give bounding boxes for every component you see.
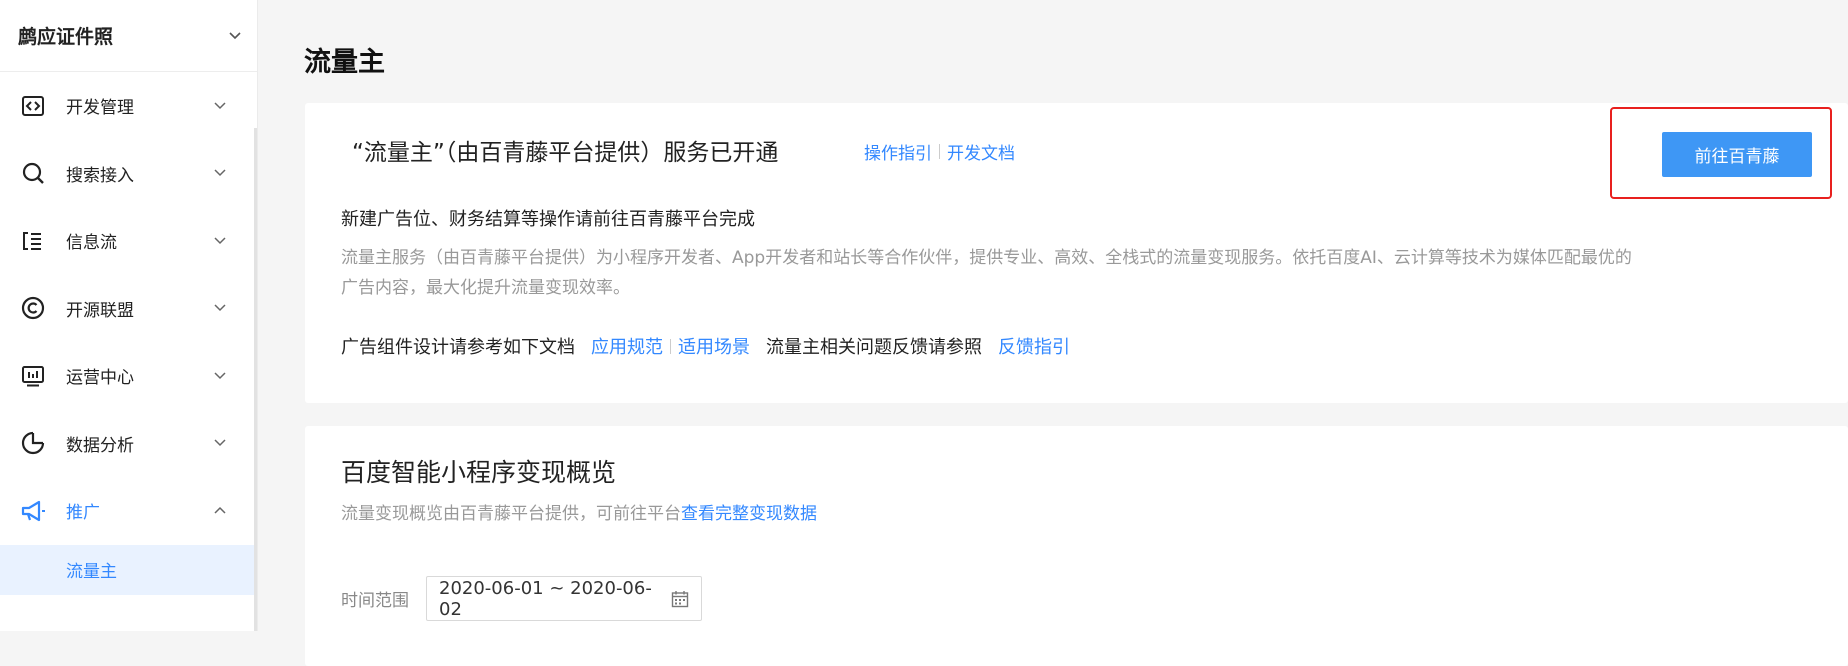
operation-guide-link[interactable]: 操作指引 (864, 139, 932, 164)
pie-chart-icon (20, 430, 46, 456)
feedback-prefix: 流量主相关问题反馈请参照 (766, 337, 982, 358)
chevron-down-icon (229, 31, 241, 41)
chevron-down-icon (214, 101, 226, 111)
chevron-down-icon (214, 371, 226, 381)
monitor-chart-icon (20, 363, 46, 389)
copyright-icon (20, 295, 46, 321)
sidebar-menu: 开发管理 搜索接入 信息流 开源联盟 运营中心 数据分析 推广 (0, 72, 257, 545)
overview-description: 流量变现概览由百青藤平台提供，可前往平台查看完整变现数据 (341, 499, 817, 524)
feedback-guide-link[interactable]: 反馈指引 (998, 333, 1070, 359)
sidebar-item-promotion[interactable]: 推广 (0, 477, 257, 545)
chevron-up-icon (214, 506, 226, 516)
chevron-down-icon (214, 303, 226, 313)
go-to-baiqingteng-button[interactable]: 前往百青藤 (1662, 132, 1812, 177)
scene-link[interactable]: 适用场景 (678, 333, 750, 359)
sidebar-item-label: 运营中心 (66, 368, 134, 389)
sidebar-item-open-alliance[interactable]: 开源联盟 (0, 275, 257, 343)
overview-desc-text: 流量变现概览由百青藤平台提供，可前往平台 (341, 504, 681, 524)
sidebar-item-search-access[interactable]: 搜索接入 (0, 140, 257, 208)
docs-row: 广告组件设计请参考如下文档 应用规范 适用场景 流量主相关问题反馈请参照 反馈指… (341, 333, 1070, 359)
sidebar-item-label: 开发管理 (66, 98, 134, 119)
sidebar-item-label: 信息流 (66, 233, 117, 254)
sidebar: 鹧应证件照 开发管理 搜索接入 信息流 开源联盟 运营中心 数据分析 推广 流量… (0, 0, 258, 631)
title-links: 操作指引 开发文档 (864, 139, 1015, 164)
app-name: 鹧应证件照 (18, 26, 114, 48)
divider (939, 144, 940, 159)
sidebar-item-label: 推广 (66, 503, 100, 524)
divider (670, 338, 671, 354)
overview-card: 百度智能小程序变现概览 流量变现概览由百青藤平台提供，可前往平台查看完整变现数据… (305, 426, 1848, 666)
service-subheading: 新建广告位、财务结算等操作请前往百青藤平台完成 (341, 209, 755, 230)
view-full-data-link[interactable]: 查看完整变现数据 (681, 504, 817, 524)
dev-docs-link[interactable]: 开发文档 (947, 139, 1015, 164)
time-range-label: 时间范围 (341, 591, 409, 611)
service-status-title: “流量主”（由百青藤平台提供）服务已开通 (352, 140, 779, 166)
service-card: “流量主”（由百青藤平台提供）服务已开通 操作指引 开发文档 前往百青藤 新建广… (305, 103, 1848, 403)
date-range-picker[interactable]: 2020-06-01 ~ 2020-06-02 (426, 576, 702, 621)
overview-title: 百度智能小程序变现概览 (341, 458, 617, 487)
feed-list-icon (20, 228, 46, 254)
sidebar-item-label: 开源联盟 (66, 300, 134, 321)
search-icon (20, 160, 46, 186)
sidebar-item-feed[interactable]: 信息流 (0, 207, 257, 275)
sidebar-item-dev-management[interactable]: 开发管理 (0, 72, 257, 140)
sidebar-item-label: 数据分析 (66, 435, 134, 456)
page-title: 流量主 (304, 47, 385, 78)
sidebar-item-data-analysis[interactable]: 数据分析 (0, 410, 257, 478)
sidebar-scrollbar[interactable] (254, 128, 257, 631)
date-range-value: 2020-06-01 ~ 2020-06-02 (439, 577, 652, 620)
sidebar-item-operations[interactable]: 运营中心 (0, 342, 257, 410)
megaphone-icon (20, 498, 46, 524)
code-brackets-icon (20, 93, 46, 119)
chevron-down-icon (214, 168, 226, 178)
spec-link[interactable]: 应用规范 (591, 333, 663, 359)
sidebar-item-label: 搜索接入 (66, 165, 134, 186)
calendar-icon (671, 590, 689, 608)
service-description: 流量主服务（由百青藤平台提供）为小程序开发者、App开发者和站长等合作伙伴，提供… (341, 248, 1632, 298)
chevron-down-icon (214, 236, 226, 246)
chevron-down-icon (214, 438, 226, 448)
docs-prefix: 广告组件设计请参考如下文档 (341, 337, 575, 358)
main-content: 流量主 “流量主”（由百青藤平台提供）服务已开通 操作指引 开发文档 前往百青藤… (258, 0, 1848, 666)
sidebar-subitem-traffic-owner[interactable]: 流量主 (0, 544, 257, 595)
app-switcher[interactable]: 鹧应证件照 (0, 0, 257, 72)
